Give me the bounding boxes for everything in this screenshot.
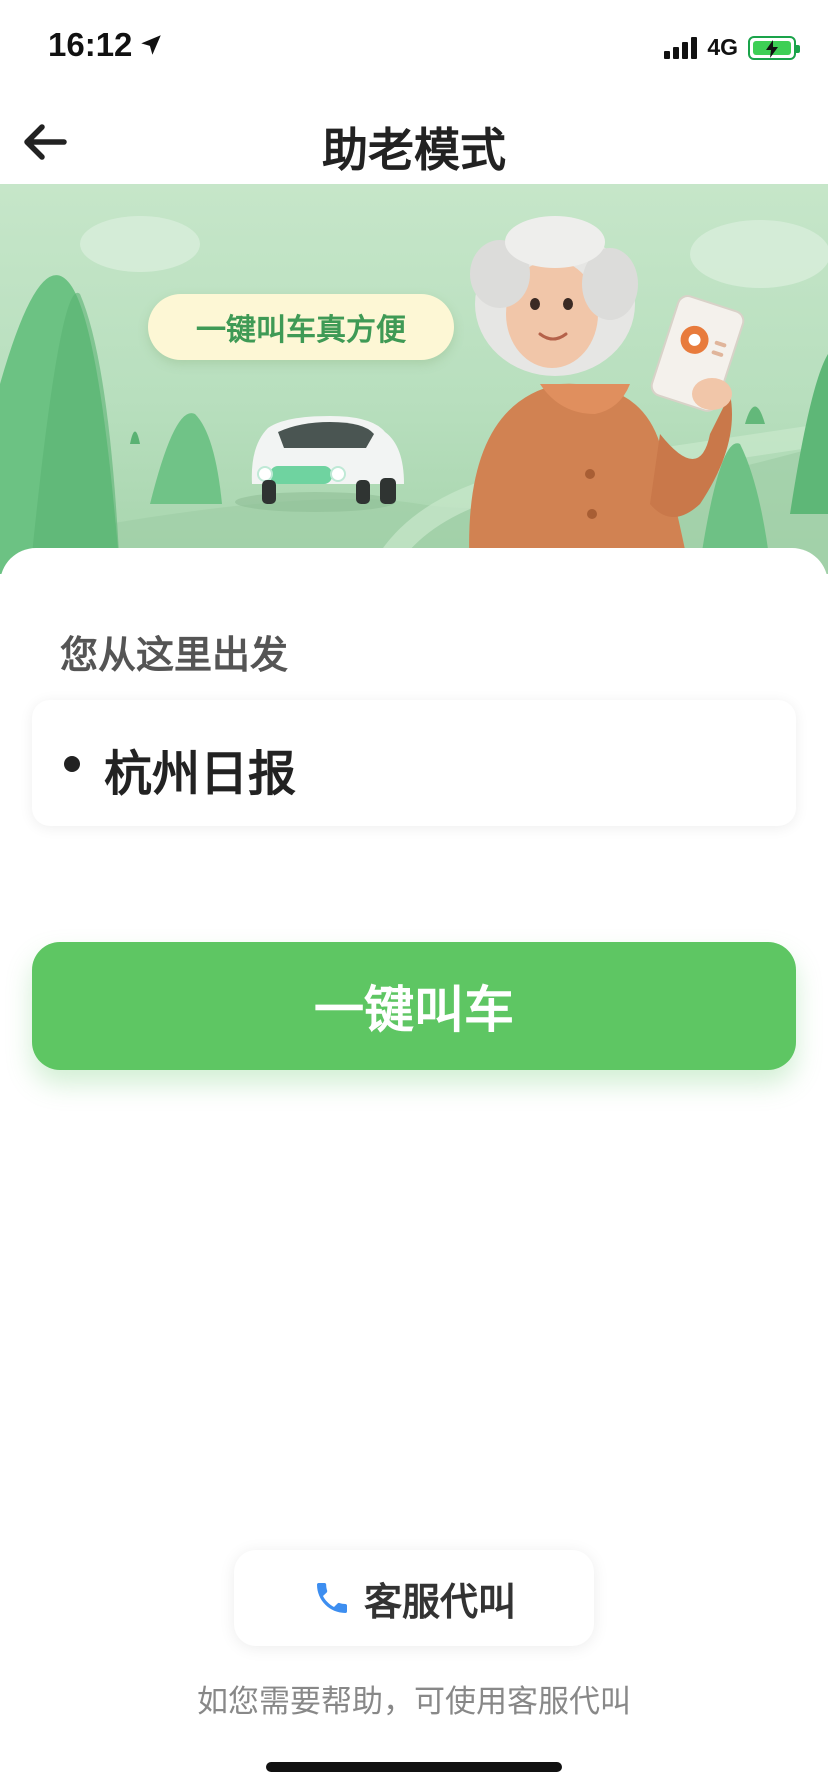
- customer-service-button[interactable]: 客服代叫: [234, 1550, 594, 1646]
- call-car-button[interactable]: 一键叫车: [32, 942, 796, 1070]
- network-label: 4G: [707, 34, 738, 60]
- origin-heading: 您从这里出发: [60, 633, 289, 677]
- origin-location-field[interactable]: 杭州日报: [32, 700, 796, 826]
- battery-charging-icon: [748, 35, 800, 60]
- status-bar: 16:12 4G: [0, 0, 828, 100]
- nav-bar: 助老模式: [0, 100, 828, 184]
- status-time: 16:12: [48, 26, 164, 64]
- banner-scene: [0, 216, 828, 574]
- status-indicators: 4G: [664, 34, 800, 61]
- car-illustration: [235, 416, 404, 512]
- signal-bars-icon: [664, 36, 698, 59]
- origin-location-text: 杭州日报: [104, 746, 297, 802]
- origin-dot-icon: [64, 756, 80, 772]
- main-card: 您从这里出发 杭州日报 一键叫车 客服代叫 如您需要帮助，可使用客服代叫: [0, 548, 828, 1792]
- help-text: 如您需要帮助，可使用客服代叫: [197, 1684, 631, 1720]
- customer-service-label: 客服代叫: [363, 1579, 516, 1624]
- speech-bubble: 一键叫车真方便: [148, 294, 454, 360]
- banner-illustration: 一键叫车真方便: [0, 184, 828, 574]
- home-indicator[interactable]: [266, 1762, 562, 1772]
- status-time-text: 16:12: [48, 26, 133, 63]
- location-arrow-icon: [141, 35, 162, 55]
- phone-icon: [316, 1583, 347, 1613]
- page-title: 助老模式: [322, 123, 506, 177]
